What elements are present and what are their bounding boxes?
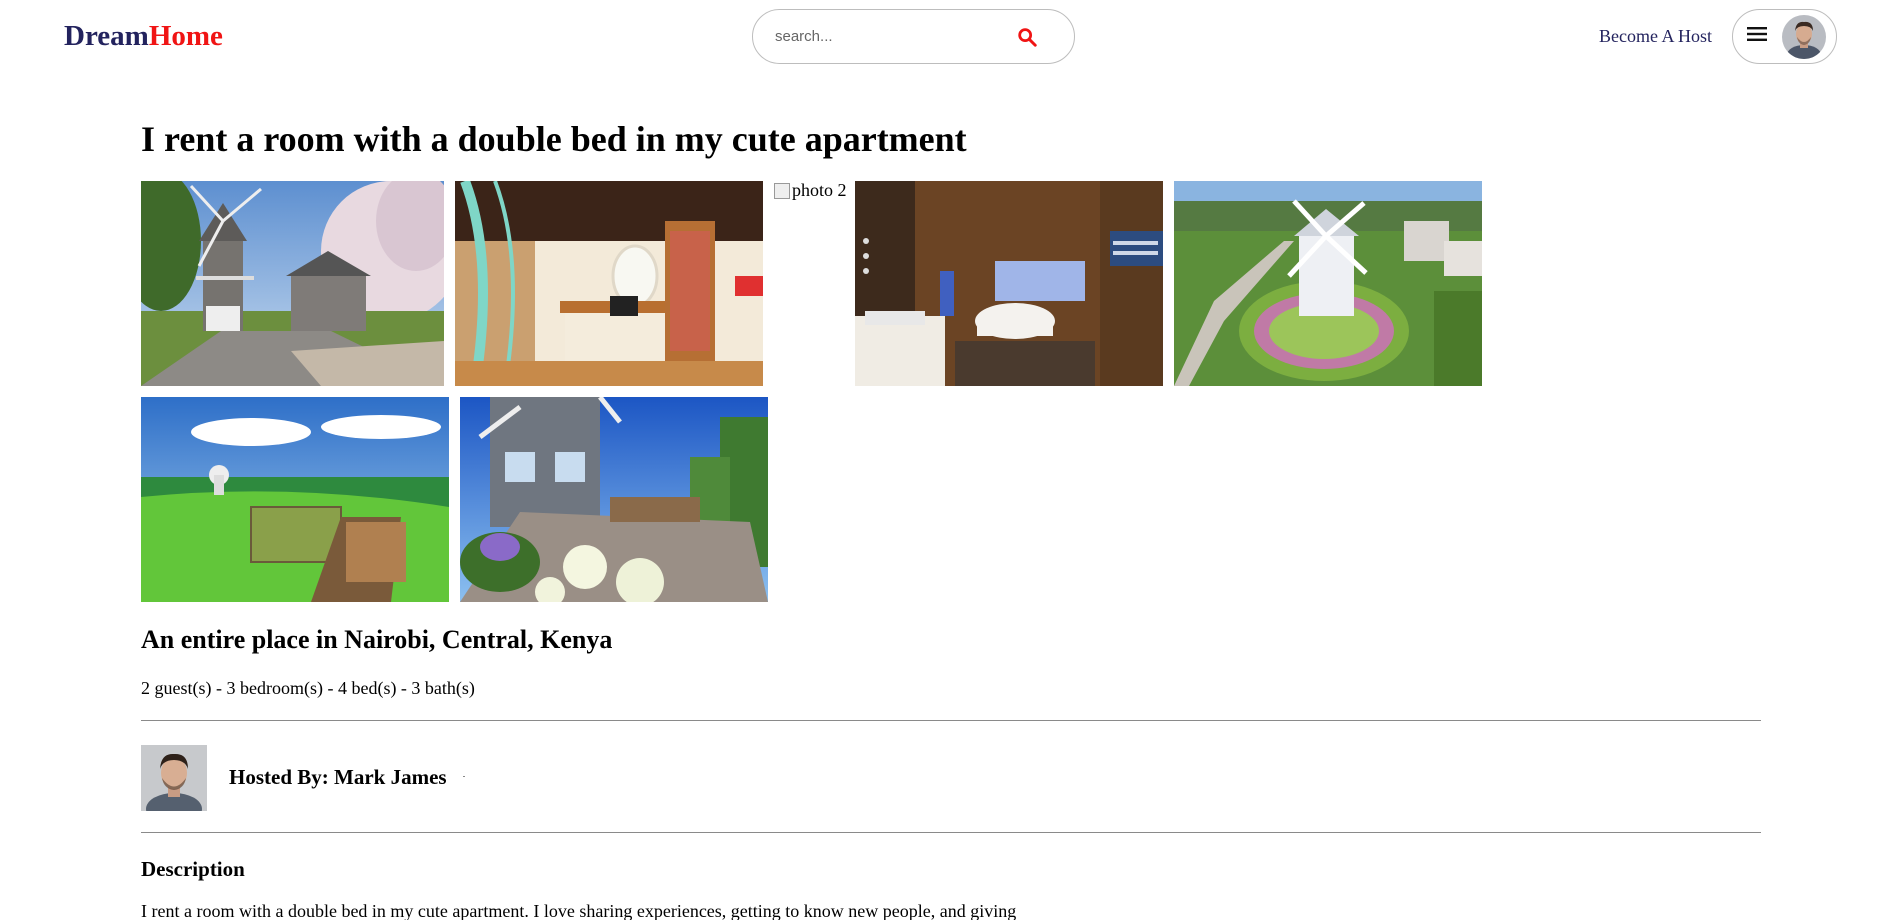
listing-photo-3[interactable]: [855, 181, 1163, 386]
become-host-link[interactable]: Become A Host: [1599, 26, 1712, 47]
divider: [141, 832, 1761, 833]
host-avatar: [141, 745, 207, 811]
place-title: An entire place in Nairobi, Central, Ken…: [141, 625, 613, 654]
page-title: I rent a room with a double bed in my cu…: [141, 119, 967, 159]
separator-dot: [463, 776, 465, 777]
listing-photo-1[interactable]: [141, 181, 444, 386]
listing-photo-5[interactable]: [141, 397, 449, 602]
listing-photo-6[interactable]: [460, 397, 768, 602]
description-text: I rent a room with a double bed in my cu…: [141, 901, 1017, 920]
user-avatar: [1782, 14, 1826, 59]
search-input[interactable]: [775, 28, 1012, 45]
search-bar: [752, 9, 1075, 64]
logo-home: Home: [148, 20, 223, 52]
broken-image-icon: [774, 182, 790, 199]
listing-photo-2[interactable]: [455, 181, 763, 386]
listing-stats: 2 guest(s) - 3 bedroom(s) - 4 bed(s) - 3…: [141, 678, 475, 698]
user-menu-button[interactable]: [1732, 9, 1837, 64]
logo-dream: Dream: [64, 20, 149, 52]
hamburger-menu-icon: [1747, 26, 1767, 47]
search-icon[interactable]: [1012, 22, 1042, 52]
host-name: Hosted By: Mark James: [229, 765, 447, 789]
listing-photo-broken[interactable]: photo 2: [774, 180, 847, 201]
logo[interactable]: DreamHome: [64, 20, 223, 53]
description-heading: Description: [141, 857, 245, 881]
divider: [141, 720, 1761, 721]
listing-photo-4[interactable]: [1174, 181, 1482, 386]
broken-photo-alt: photo 2: [792, 180, 847, 200]
